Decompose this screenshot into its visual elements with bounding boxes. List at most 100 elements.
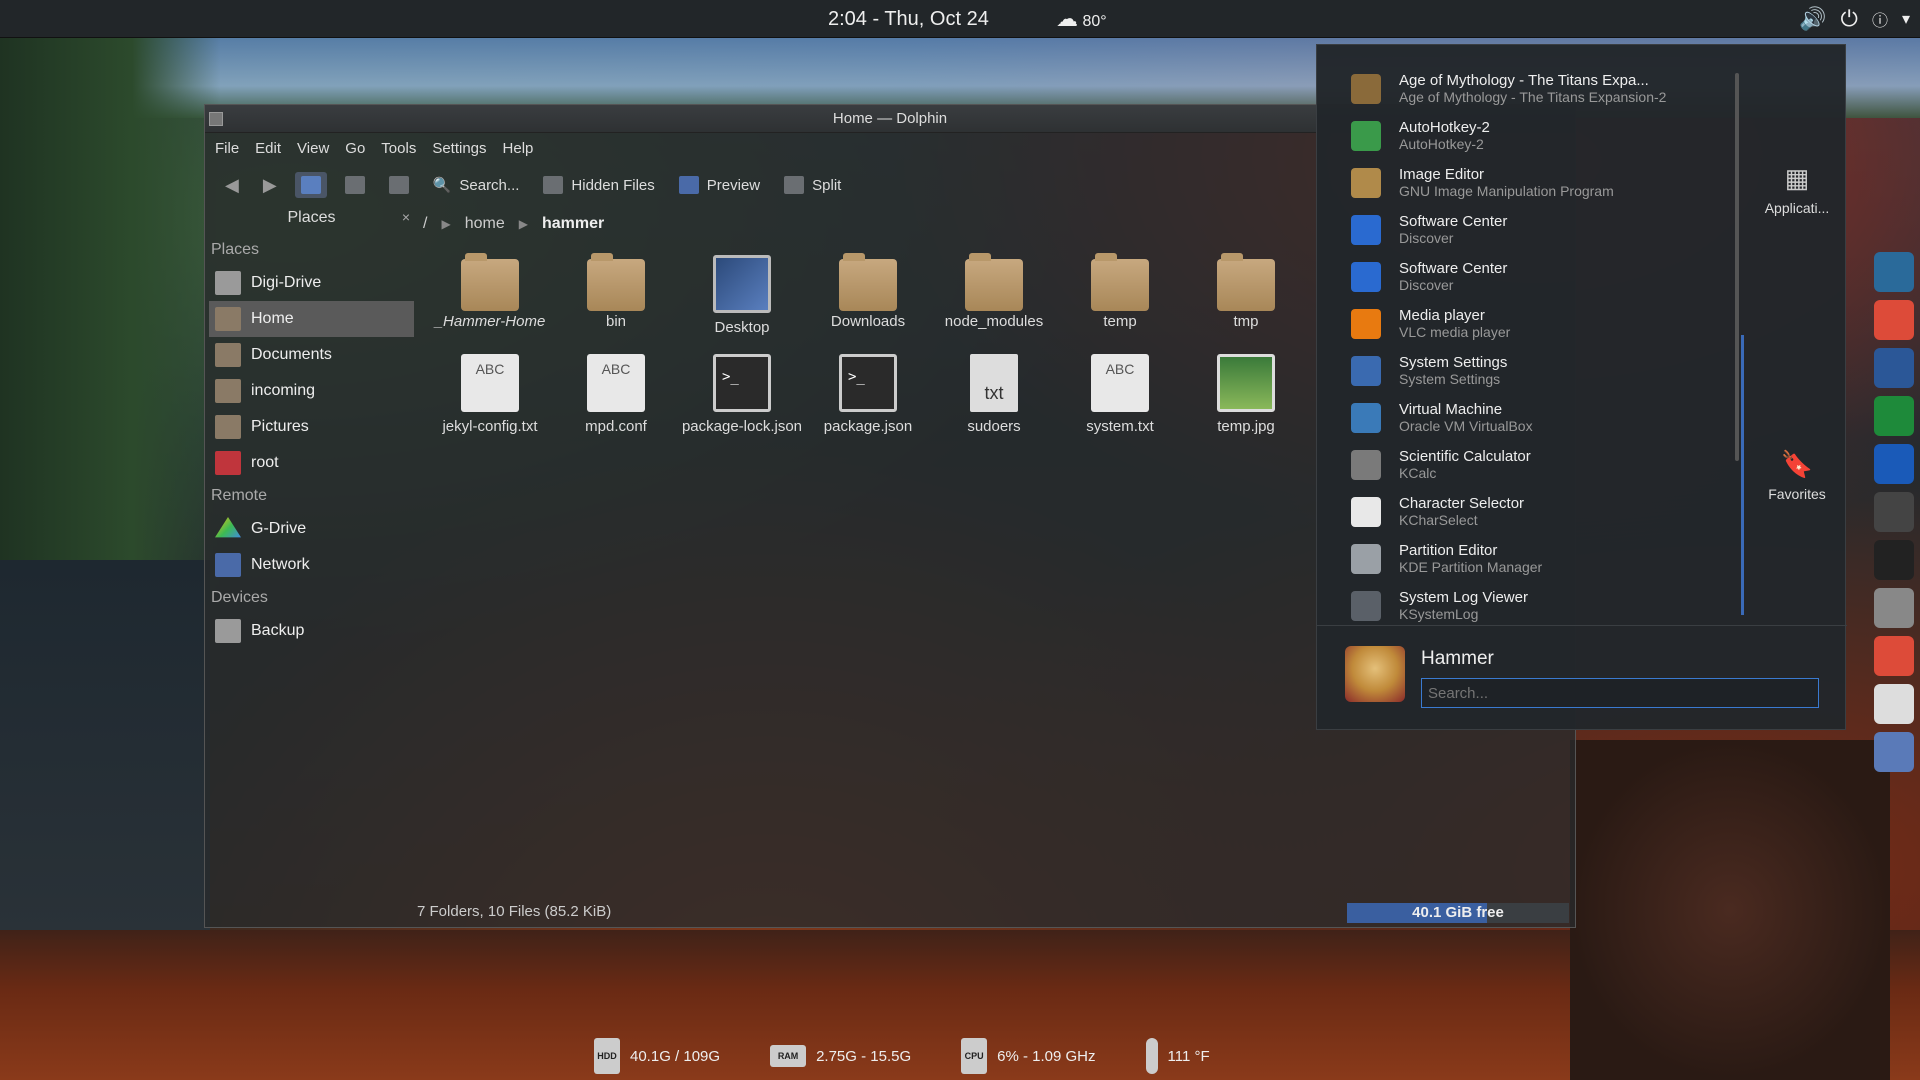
place-label: Network [251,556,310,573]
place-incoming[interactable]: incoming [209,373,414,409]
camera-icon[interactable] [1874,492,1914,532]
breadcrumb-root[interactable]: / [423,215,427,233]
app-item[interactable]: Age of Mythology - The Titans Expa... Age… [1317,65,1747,112]
menu-edit[interactable]: Edit [255,140,281,157]
search-input[interactable] [1421,678,1819,708]
place-g-drive[interactable]: G-Drive [209,511,414,547]
app-item[interactable]: Software Center Discover [1317,253,1747,300]
details-view-button[interactable] [383,172,415,198]
clock[interactable]: 2:04 - Thu, Oct 24 [828,8,989,31]
word-icon[interactable] [1874,348,1914,388]
scrollbar[interactable] [1735,73,1739,461]
music-player-icon[interactable] [1874,444,1914,484]
app-item[interactable]: Software Center Discover [1317,206,1747,253]
menu-tools[interactable]: Tools [381,140,416,157]
search-button[interactable]: 🔍 Search... [427,172,526,198]
forward-arrow-icon[interactable]: ▶ [257,175,283,196]
scrollbar-track[interactable] [1741,335,1744,615]
split-button[interactable]: Split [778,172,847,198]
avatar[interactable] [1345,646,1405,702]
file-item[interactable]: >_ package.json [805,354,931,435]
app-item[interactable]: System Log Viewer KSystemLog [1317,582,1747,629]
app-item[interactable]: Character Selector KCharSelect [1317,488,1747,535]
breadcrumb: / ▶ home ▶ hammer [423,215,604,233]
app-icon [1351,214,1381,245]
breadcrumb-home[interactable]: home [465,215,505,233]
file-item[interactable]: tmp [1183,253,1309,336]
place-documents[interactable]: Documents [209,337,414,373]
file-item[interactable]: txt sudoers [931,354,1057,435]
free-space-bar[interactable]: 40.1 GiB free [1347,903,1569,923]
weather-widget[interactable]: ☁ 80° [1056,6,1107,32]
chrome-icon[interactable] [1874,636,1914,676]
drive-icon[interactable] [1874,588,1914,628]
file-item[interactable]: node_modules [931,253,1057,336]
file-item[interactable]: temp [1057,253,1183,336]
app-name: Virtual Machine [1399,401,1503,418]
file-item[interactable]: ABC jekyl-config.txt [427,354,553,435]
menu-settings[interactable]: Settings [432,140,486,157]
place-home[interactable]: Home [209,301,414,337]
place-backup[interactable]: Backup [209,613,414,649]
hidden-files-button[interactable]: Hidden Files [537,172,660,198]
icons-view-button[interactable] [294,172,327,198]
chrome-icon[interactable] [1874,300,1914,340]
place-root[interactable]: root [209,445,414,481]
file-item[interactable]: ABC system.txt [1057,354,1183,435]
file-item[interactable]: _Hammer-Home [427,253,553,336]
app-item[interactable]: Partition Editor KDE Partition Manager [1317,535,1747,582]
file-item[interactable]: temp.jpg [1183,354,1309,435]
file-item[interactable]: >_ package-lock.json [679,354,805,435]
tab-favorites[interactable]: 🔖 Favorites [1747,449,1847,502]
chevron-right-icon: ▶ [518,217,528,231]
file-item[interactable]: bin [553,253,679,336]
app-text: System Settings System Settings [1399,354,1507,387]
menu-file[interactable]: File [215,140,239,157]
text-editor-icon[interactable] [1874,684,1914,724]
excel-icon[interactable] [1874,396,1914,436]
app-item[interactable]: Scientific Calculator KCalc [1317,441,1747,488]
compact-view-button[interactable] [339,172,371,198]
app-item[interactable]: Virtual Machine Oracle VM VirtualBox [1317,394,1747,441]
place-pictures[interactable]: Pictures [209,409,414,445]
terminal-icon[interactable] [1874,540,1914,580]
file-item[interactable]: Downloads [805,253,931,336]
menu-help[interactable]: Help [503,140,534,157]
menu-go[interactable]: Go [345,140,365,157]
app-item[interactable]: AutoHotkey-2 AutoHotkey-2 [1317,112,1747,159]
preview-button[interactable]: Preview [673,172,766,198]
breadcrumb-current[interactable]: hammer [542,215,604,233]
share-folder-icon [215,379,241,403]
app-name: AutoHotkey-2 [1399,119,1490,136]
display-settings-icon[interactable] [1874,732,1914,772]
app-item[interactable]: Media player VLC media player [1317,300,1747,347]
speaker-icon[interactable]: 🔊 [1799,6,1826,32]
menu-view[interactable]: View [297,140,329,157]
window-menu-icon[interactable] [209,112,223,126]
file-name: temp.jpg [1217,418,1275,435]
tab-applications[interactable]: ▦ Applicati... [1747,163,1847,216]
place-digi-drive[interactable]: Digi-Drive [209,265,414,301]
chevron-down-icon[interactable]: ▾ [1902,9,1910,29]
network-globe-icon[interactable] [1874,252,1914,292]
file-item[interactable]: ABC mpd.conf [553,354,679,435]
ram-icon: RAM [770,1045,807,1067]
info-icon[interactable]: ⓘ [1872,7,1888,31]
place-network[interactable]: Network [209,547,414,583]
app-text: AutoHotkey-2 AutoHotkey-2 [1399,119,1490,152]
app-name: System Settings [1399,354,1508,371]
app-icon [1351,590,1381,621]
app-desc: KCharSelect [1399,512,1478,528]
grid-icon: ▦ [1784,163,1810,193]
back-arrow-icon[interactable]: ◀ [219,175,245,196]
app-item[interactable]: System Settings System Settings [1317,347,1747,394]
desktop-folder-icon [713,255,771,313]
file-name: jekyl-config.txt [442,418,538,435]
app-icon [1351,308,1381,339]
power-icon[interactable]: ⏻ [1841,6,1858,32]
text-file-icon: ABC [1091,354,1149,412]
close-icon[interactable]: × [402,209,410,225]
file-item[interactable]: Desktop [679,255,805,336]
app-item[interactable]: Image Editor GNU Image Manipulation Progr… [1317,159,1747,206]
section-devices: Devices [211,589,268,606]
